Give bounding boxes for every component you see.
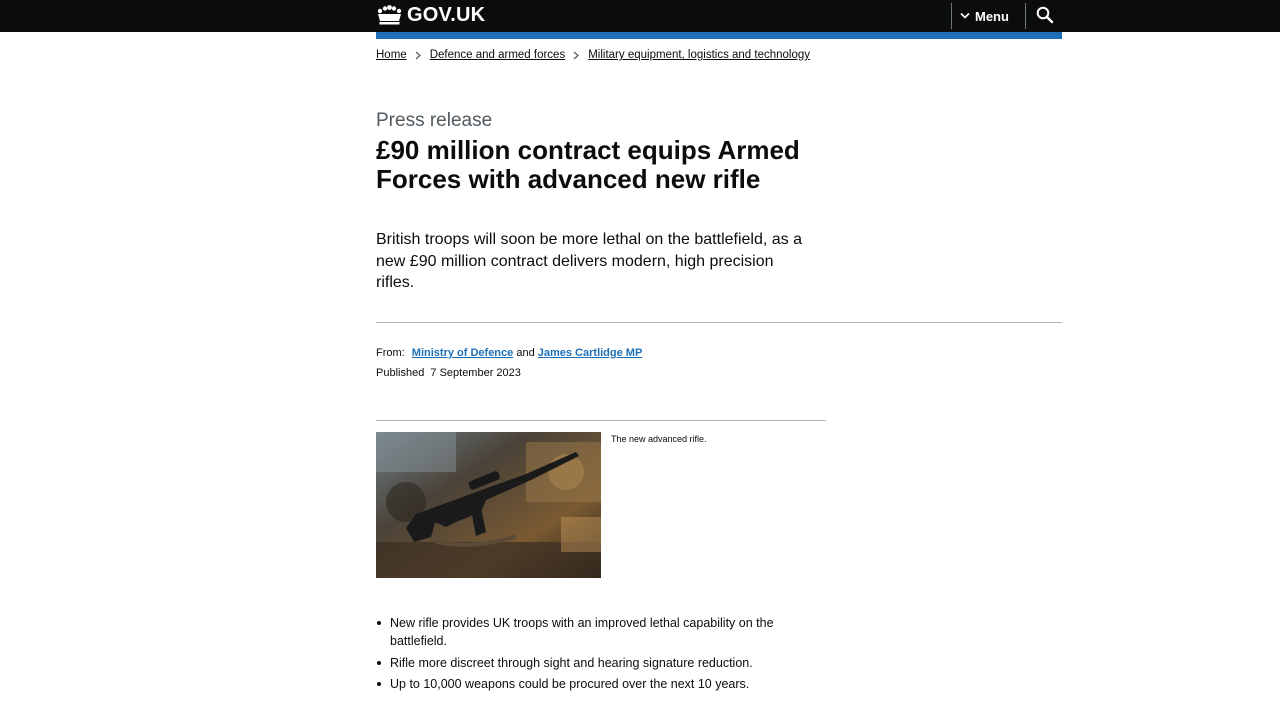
search-button[interactable] [1035, 5, 1055, 25]
header-divider [951, 3, 952, 29]
list-item: Up to 10,000 weapons could be procured o… [377, 675, 810, 693]
published-label: Published [376, 367, 425, 379]
org-link-james-cartlidge[interactable]: James Cartlidge MP [538, 347, 643, 359]
section-divider [376, 322, 1062, 323]
image-caption: The new advanced rifle. [611, 434, 707, 444]
from-label: From: [376, 347, 405, 359]
org-link-ministry-of-defence[interactable]: Ministry of Defence [412, 347, 513, 359]
chevron-right-icon [573, 51, 580, 59]
figure-divider [376, 420, 826, 421]
page-title: £90 million contract equips Armed Forces… [376, 135, 800, 194]
crown-icon [377, 5, 402, 25]
breadcrumb-home[interactable]: Home [376, 49, 407, 61]
summary-list: New rifle provides UK troops with an imp… [377, 614, 810, 697]
header-accent-bar [376, 32, 1062, 39]
document-type-label: Press release [376, 110, 493, 131]
govuk-logo-link[interactable]: GOV.UK [376, 4, 485, 26]
metadata-published: Published 7 September 2023 [376, 366, 521, 380]
rifle-image [376, 432, 601, 578]
chevron-right-icon [415, 51, 421, 59]
site-header: GOV.UK Menu [0, 0, 1280, 32]
chevron-down-icon [960, 12, 970, 19]
menu-label: Menu [975, 8, 1009, 24]
breadcrumb-military-equipment[interactable]: Military equipment, logistics and techno… [588, 49, 810, 61]
breadcrumb-defence[interactable]: Defence and armed forces [430, 49, 566, 61]
rifle-illustration [376, 432, 601, 578]
metadata-from: From: Ministry of Defence and James Cart… [376, 346, 642, 360]
and-text: and [516, 347, 535, 359]
breadcrumb: Home Defence and armed forces Military e… [376, 49, 810, 61]
list-item: Rifle more discreet through sight and he… [377, 654, 810, 672]
logo-text: GOV.UK [407, 3, 486, 26]
lead-paragraph: British troops will soon be more lethal … [376, 231, 803, 291]
search-icon [1036, 6, 1054, 24]
published-date: 7 September 2023 [430, 367, 521, 379]
header-divider [1025, 3, 1026, 29]
list-item: New rifle provides UK troops with an imp… [377, 614, 810, 650]
menu-button[interactable]: Menu [960, 6, 1009, 26]
